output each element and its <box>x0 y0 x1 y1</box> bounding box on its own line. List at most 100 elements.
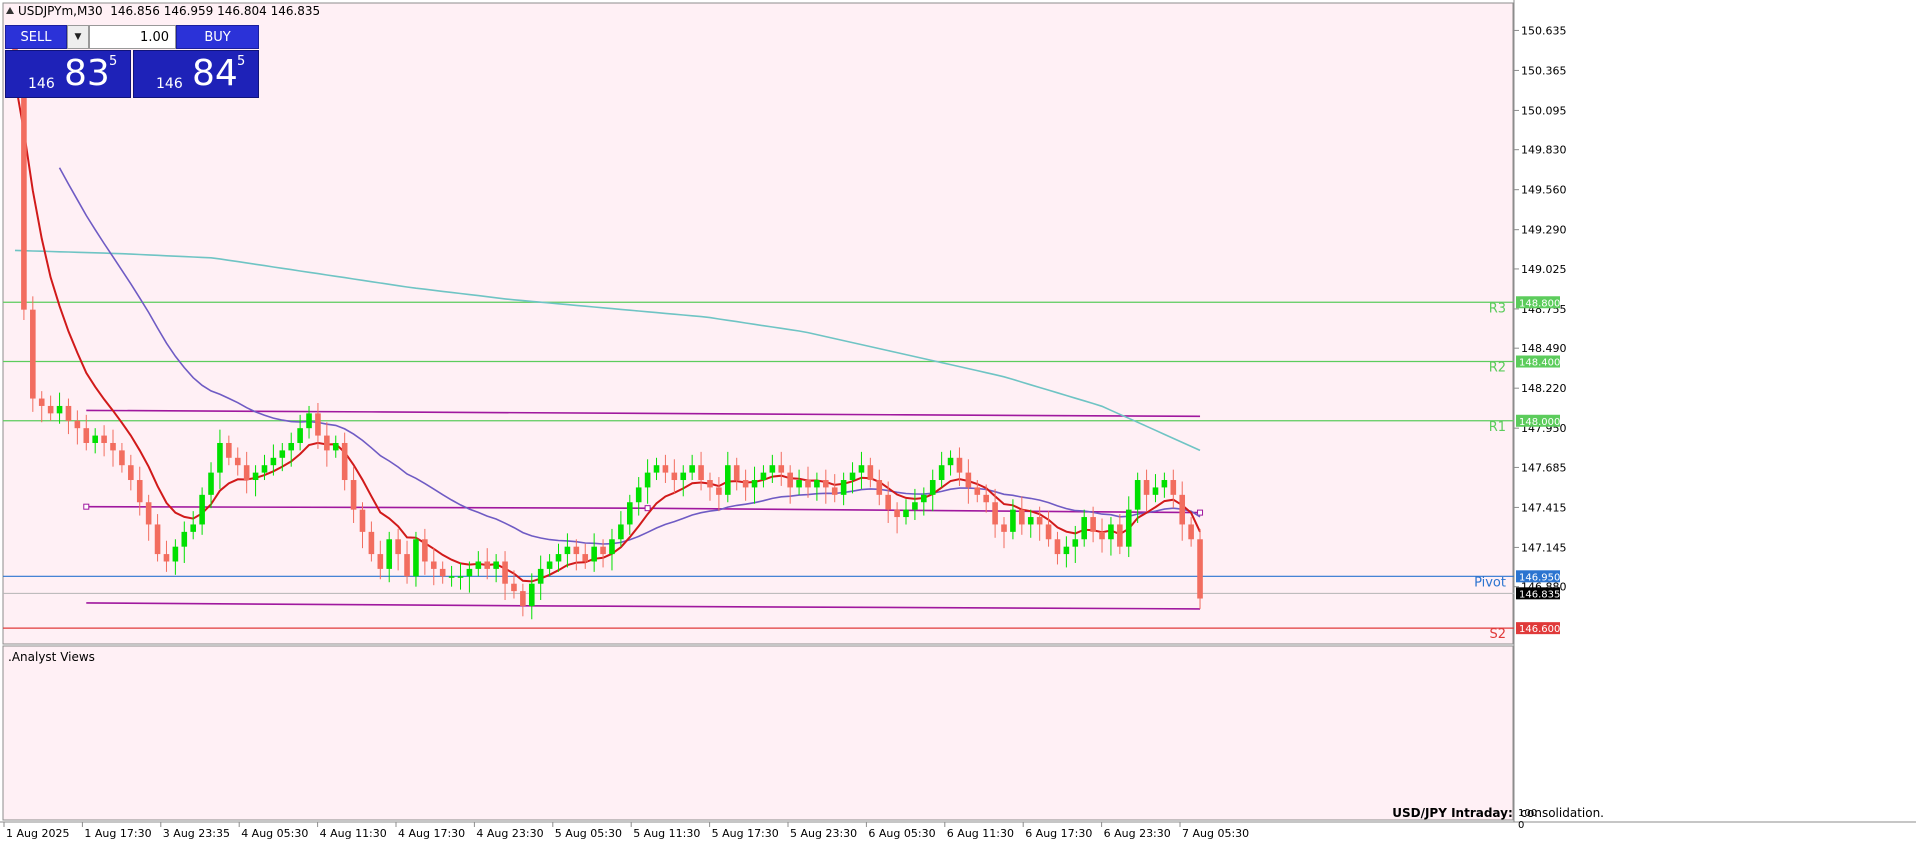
candle-body <box>65 405 72 421</box>
time-tick-label: 6 Aug 11:30 <box>947 827 1014 840</box>
time-tick-label: 4 Aug 23:30 <box>476 827 543 840</box>
candle-body <box>751 480 758 488</box>
candle-body <box>707 480 713 488</box>
candle-body <box>573 546 580 555</box>
candle-body <box>350 480 357 510</box>
candle-body <box>324 435 330 451</box>
candle-body <box>47 405 54 414</box>
candle-body <box>511 583 517 592</box>
candle-body <box>537 568 544 584</box>
buy-price-sup: 5 <box>237 54 246 69</box>
chart-canvas[interactable]: 150.635 150.365 150.095 149.830 149.560 149.2… <box>0 0 1916 840</box>
candle-body <box>181 531 188 547</box>
candle-body <box>831 487 838 495</box>
candle-body <box>154 524 161 555</box>
candle-body <box>1090 517 1096 532</box>
current-price-label: 146.835 <box>1519 589 1560 600</box>
candle-body <box>1019 509 1025 525</box>
candle-body <box>493 561 499 569</box>
level-name-pivot: Pivot <box>1474 575 1506 590</box>
candle-body <box>74 420 81 429</box>
ohlc-readout: 146.856 146.959 146.804 146.835 <box>110 4 321 18</box>
sell-button[interactable]: SELL <box>5 25 67 49</box>
candle-body <box>742 480 749 488</box>
price-tick-label: 147.415 <box>1521 501 1567 514</box>
candle-body <box>1117 524 1123 547</box>
candle-body <box>466 568 473 577</box>
analyst-note-text: consolidation. <box>1520 806 1604 820</box>
candle-body <box>1099 531 1105 540</box>
time-tick-label: 3 Aug 23:35 <box>163 827 230 840</box>
candle-body <box>921 494 927 503</box>
candle-body <box>332 442 339 451</box>
candle-body <box>270 457 277 466</box>
volume-dropdown-icon[interactable]: ▼ <box>67 25 89 49</box>
channel-anchor-point[interactable] <box>83 503 90 510</box>
indicator-window[interactable] <box>2 645 1514 821</box>
candle-body <box>814 480 820 488</box>
candle-body <box>1161 480 1168 488</box>
candle-body <box>867 465 874 481</box>
plot-area[interactable] <box>2 2 1514 645</box>
candle-body <box>279 450 286 458</box>
candle-body <box>600 546 606 555</box>
time-tick-label: 5 Aug 11:30 <box>633 827 700 840</box>
candle-body <box>315 413 321 436</box>
analyst-note-title: USD/JPY Intraday: <box>1392 806 1513 820</box>
sell-price-box[interactable]: 146 83 5 <box>5 50 131 98</box>
candle-body <box>1143 480 1150 495</box>
volume-input[interactable] <box>89 25 176 49</box>
candle-body <box>805 480 811 488</box>
candle-body <box>243 465 250 481</box>
candle-body <box>502 561 508 584</box>
candle-body <box>520 591 526 606</box>
candle-body <box>929 480 936 495</box>
level-name-s2: S2 <box>1489 627 1506 642</box>
candle-body <box>680 472 687 481</box>
candle-body <box>582 554 589 562</box>
channel-anchor-point[interactable] <box>644 505 651 512</box>
candle-body <box>226 442 232 458</box>
candle-body <box>83 428 90 443</box>
candle-body <box>217 442 223 473</box>
candle-body <box>1170 480 1177 495</box>
candle-body <box>199 494 205 525</box>
collapse-triangle-icon[interactable] <box>6 7 14 14</box>
candle-body <box>1125 509 1132 547</box>
candle-body <box>546 561 553 569</box>
candle-body <box>1054 539 1061 555</box>
candle-body <box>1010 509 1016 532</box>
candle-body <box>635 487 642 503</box>
price-tick-label: 149.025 <box>1521 263 1567 276</box>
price-tick-label: 148.220 <box>1521 382 1567 395</box>
level-name-r3: R3 <box>1489 301 1506 316</box>
candle-body <box>564 546 571 555</box>
buy-price-box[interactable]: 146 84 5 <box>133 50 259 98</box>
price-tick-label: 149.560 <box>1521 184 1567 197</box>
time-tick-label: 6 Aug 23:30 <box>1104 827 1171 840</box>
price-tick-label: 148.490 <box>1521 342 1567 355</box>
candle-body <box>475 561 482 569</box>
candle-body <box>689 465 695 473</box>
candle-body <box>1152 487 1159 495</box>
channel-anchor-point[interactable] <box>1197 509 1204 516</box>
price-chart[interactable]: 150.635 150.365 150.095 149.830 149.560 149.2… <box>0 0 1916 840</box>
price-tick-label: 150.095 <box>1521 104 1567 117</box>
candle-body <box>404 554 410 577</box>
sell-price-small: 146 <box>28 76 55 92</box>
candle-body <box>1001 524 1007 532</box>
candle-body <box>858 465 865 473</box>
time-tick-label: 4 Aug 17:30 <box>398 827 465 840</box>
candle-body <box>876 480 883 495</box>
candle-body <box>912 502 918 510</box>
candle-body <box>1108 524 1114 540</box>
candle-body <box>992 502 998 525</box>
candle-body <box>778 465 785 473</box>
buy-button[interactable]: BUY <box>176 25 259 49</box>
candle-body <box>101 435 107 443</box>
candle-body <box>1179 494 1186 525</box>
candle-body <box>725 465 731 495</box>
candle-body <box>413 539 419 577</box>
time-tick-label: 1 Aug 17:30 <box>84 827 151 840</box>
candle-body <box>368 531 375 555</box>
